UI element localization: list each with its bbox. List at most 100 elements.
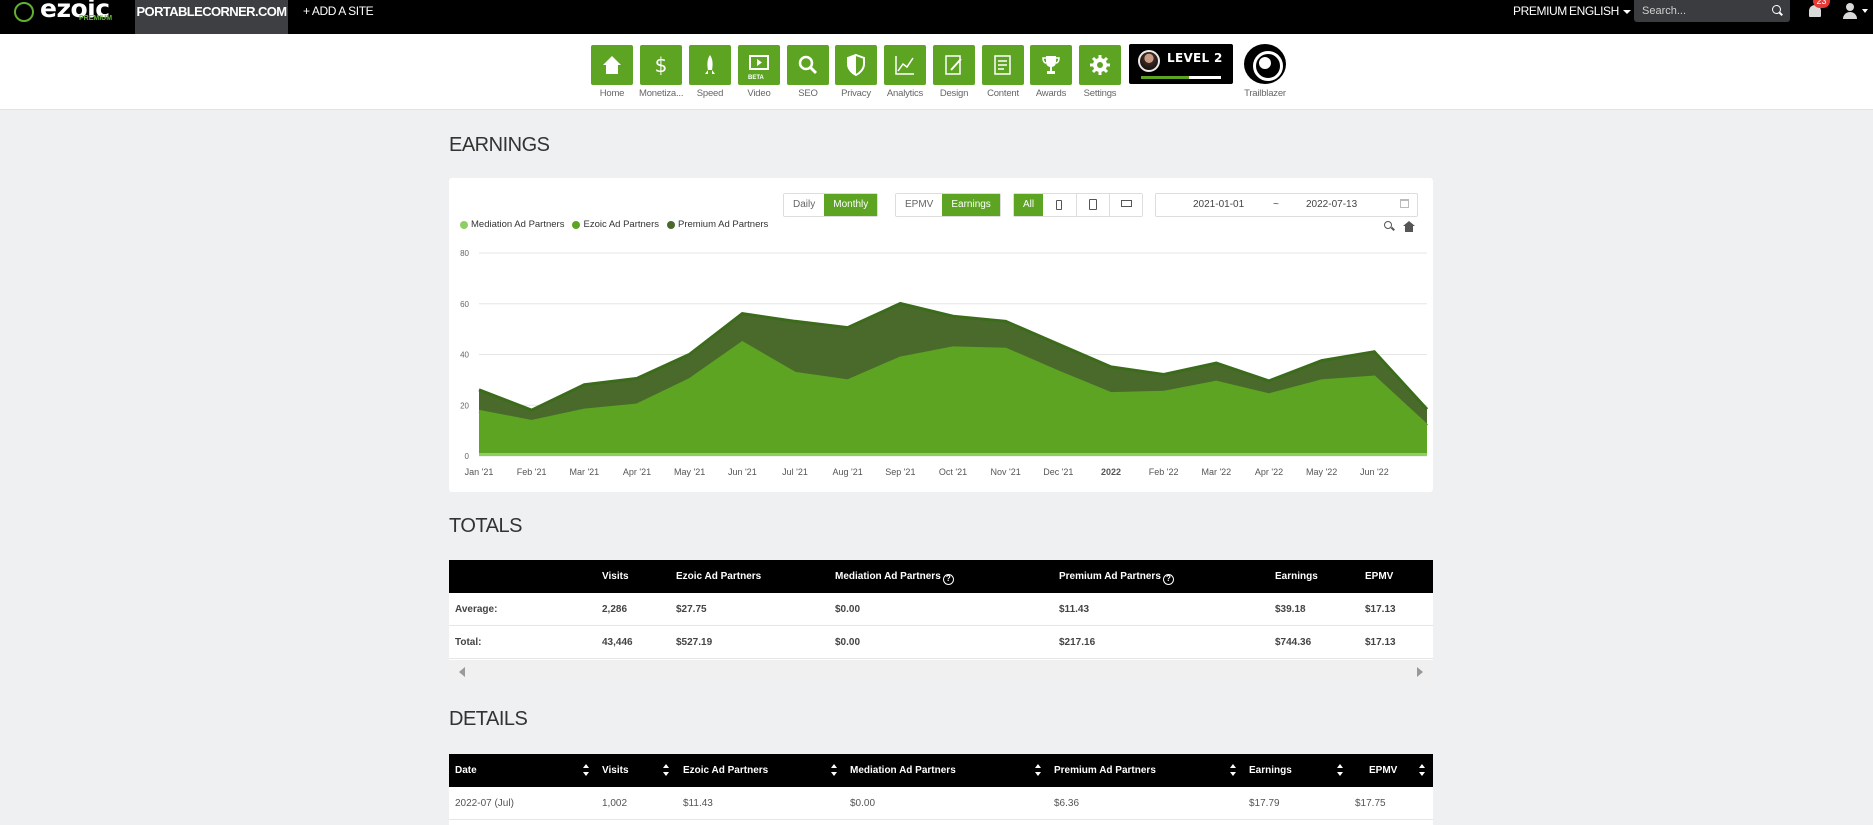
design-icon xyxy=(933,45,975,85)
document-icon xyxy=(982,45,1024,85)
nav-item-seo[interactable]: SEO xyxy=(786,45,830,99)
nav-item-privacy[interactable]: Privacy xyxy=(834,45,878,99)
x-tick-label: Mar '22 xyxy=(1201,467,1231,477)
nav-label: Privacy xyxy=(841,88,871,99)
nav-item-content[interactable]: Content xyxy=(981,45,1025,99)
add-site-link[interactable]: + ADD A SITE xyxy=(303,0,374,22)
site-selector[interactable]: PORTABLECORNER.COM xyxy=(135,0,288,34)
cell-date: 2022-07 (Jul) xyxy=(455,798,514,809)
legend-item[interactable]: Ezoic Ad Partners xyxy=(572,219,659,230)
nav-item-monetiza[interactable]: $ Monetiza... xyxy=(639,45,683,99)
date-from[interactable]: 2021-01-01 xyxy=(1193,199,1244,210)
user-icon[interactable] xyxy=(1842,3,1858,19)
level-progress-fill xyxy=(1141,76,1189,79)
nav-item-analytics[interactable]: Analytics xyxy=(883,45,927,99)
all-devices-button[interactable]: All xyxy=(1014,194,1044,216)
nav-item-video[interactable]: BETA Video xyxy=(737,45,781,99)
sort-icon[interactable] xyxy=(1337,764,1343,777)
line-chart-icon xyxy=(884,45,926,85)
date-range-picker[interactable]: 2021-01-01 ~ 2022-07-13 xyxy=(1155,193,1418,217)
cell-ezoic: $527.19 xyxy=(676,637,713,648)
rocket-icon xyxy=(689,45,731,85)
daily-button[interactable]: Daily xyxy=(784,194,825,216)
nav-label: Monetiza... xyxy=(639,88,684,99)
totals-col-epmv: EPMV xyxy=(1365,571,1394,582)
sort-icon[interactable] xyxy=(831,764,837,777)
nav-label: Settings xyxy=(1083,88,1117,99)
cell-visits: 1,002 xyxy=(602,798,628,809)
top-bar: ezoic PREMIUM PORTABLECORNER.COM + ADD A… xyxy=(0,0,1873,34)
nav-item-home[interactable]: Home xyxy=(590,45,634,99)
cell-epmv: $17.13 xyxy=(1365,637,1396,648)
tablet-icon xyxy=(1089,199,1098,210)
nav-label: Home xyxy=(599,88,625,99)
cell-earnings: $744.36 xyxy=(1275,637,1312,648)
y-tick-label: 60 xyxy=(460,300,469,309)
details-col-mediation[interactable]: Mediation Ad Partners xyxy=(850,754,956,787)
row-label: Total: xyxy=(455,637,482,648)
search-box[interactable] xyxy=(1634,0,1790,22)
nav-label: Awards xyxy=(1035,88,1067,99)
search-input[interactable] xyxy=(1642,3,1762,19)
zoom-icon[interactable] xyxy=(1384,221,1394,231)
premium-link[interactable]: PREMIUM xyxy=(1513,0,1567,22)
earnings-button[interactable]: Earnings xyxy=(942,194,1000,216)
help-icon[interactable]: ? xyxy=(942,574,954,585)
scroll-right-icon[interactable] xyxy=(1417,667,1423,677)
details-col-epmv[interactable]: EPMV xyxy=(1369,754,1397,787)
details-col-earnings[interactable]: Earnings xyxy=(1249,754,1292,787)
epmv-button[interactable]: EPMV xyxy=(896,194,943,216)
x-tick-label: May '22 xyxy=(1306,467,1337,477)
user-menu-caret-icon[interactable] xyxy=(1862,9,1868,13)
date-to[interactable]: 2022-07-13 xyxy=(1306,199,1357,210)
earnings-chart-card: 0 20 40 60 80 Jan '21 Feb '21 Mar '21 Apr '21 May… xyxy=(449,178,1433,492)
details-col-date[interactable]: Date xyxy=(455,754,477,787)
device-toggle: All xyxy=(1013,193,1144,217)
calendar-icon[interactable] xyxy=(1400,199,1409,208)
trailblazer-badge[interactable]: Trailblazer xyxy=(1242,44,1288,99)
astronaut-icon xyxy=(1244,44,1286,84)
x-tick-label: Jun '22 xyxy=(1360,467,1389,477)
nav-item-design[interactable]: Design xyxy=(932,45,976,99)
language-dropdown[interactable]: ENGLISH xyxy=(1569,0,1631,22)
sort-icon[interactable] xyxy=(583,764,589,777)
mobile-device-button[interactable] xyxy=(1043,194,1077,216)
horizontal-scrollbar[interactable] xyxy=(449,660,1433,684)
nav-item-settings[interactable]: Settings xyxy=(1078,45,1122,99)
monthly-button[interactable]: Monthly xyxy=(824,194,878,216)
cell-epmv: $17.75 xyxy=(1355,798,1386,809)
nav-item-awards[interactable]: Awards xyxy=(1029,45,1073,99)
cell-visits: 43,446 xyxy=(602,637,633,648)
level-badge[interactable]: LEVEL 2 xyxy=(1129,44,1233,84)
sort-icon[interactable] xyxy=(1230,764,1236,777)
desktop-device-button[interactable] xyxy=(1109,194,1143,216)
sort-icon[interactable] xyxy=(663,764,669,777)
nav-item-speed[interactable]: Speed xyxy=(688,45,732,99)
metric-toggle: EPMV Earnings xyxy=(895,193,1001,217)
reset-zoom-home-icon[interactable] xyxy=(1403,221,1415,232)
search-icon[interactable] xyxy=(1772,5,1781,14)
cell-premium: $217.16 xyxy=(1059,637,1096,648)
details-col-ezoic[interactable]: Ezoic Ad Partners xyxy=(683,754,768,787)
totals-col-earnings: Earnings xyxy=(1275,571,1318,582)
nav-label: Design xyxy=(939,88,969,99)
legend-label: Ezoic Ad Partners xyxy=(583,219,659,230)
sort-icon[interactable] xyxy=(1419,764,1425,777)
video-icon: BETA xyxy=(738,45,780,85)
legend-item[interactable]: Mediation Ad Partners xyxy=(460,219,564,230)
tablet-device-button[interactable] xyxy=(1076,194,1110,216)
details-col-visits[interactable]: Visits xyxy=(602,754,629,787)
details-col-premium[interactable]: Premium Ad Partners xyxy=(1054,754,1156,787)
legend-swatch xyxy=(460,220,468,229)
ezoic-logo[interactable]: ezoic PREMIUM xyxy=(12,0,122,26)
legend-item[interactable]: Premium Ad Partners xyxy=(667,219,768,230)
help-icon[interactable]: ? xyxy=(1162,574,1174,585)
sort-icon[interactable] xyxy=(1035,764,1041,777)
details-title: DETAILS xyxy=(449,708,528,730)
x-tick-label: Apr '22 xyxy=(1255,467,1283,477)
scroll-left-icon[interactable] xyxy=(459,667,465,677)
trophy-icon xyxy=(1030,45,1072,85)
x-tick-label: Feb '21 xyxy=(517,467,547,477)
totals-col-mediation: Mediation Ad Partners? xyxy=(835,560,954,593)
totals-col-visits: Visits xyxy=(602,571,629,582)
